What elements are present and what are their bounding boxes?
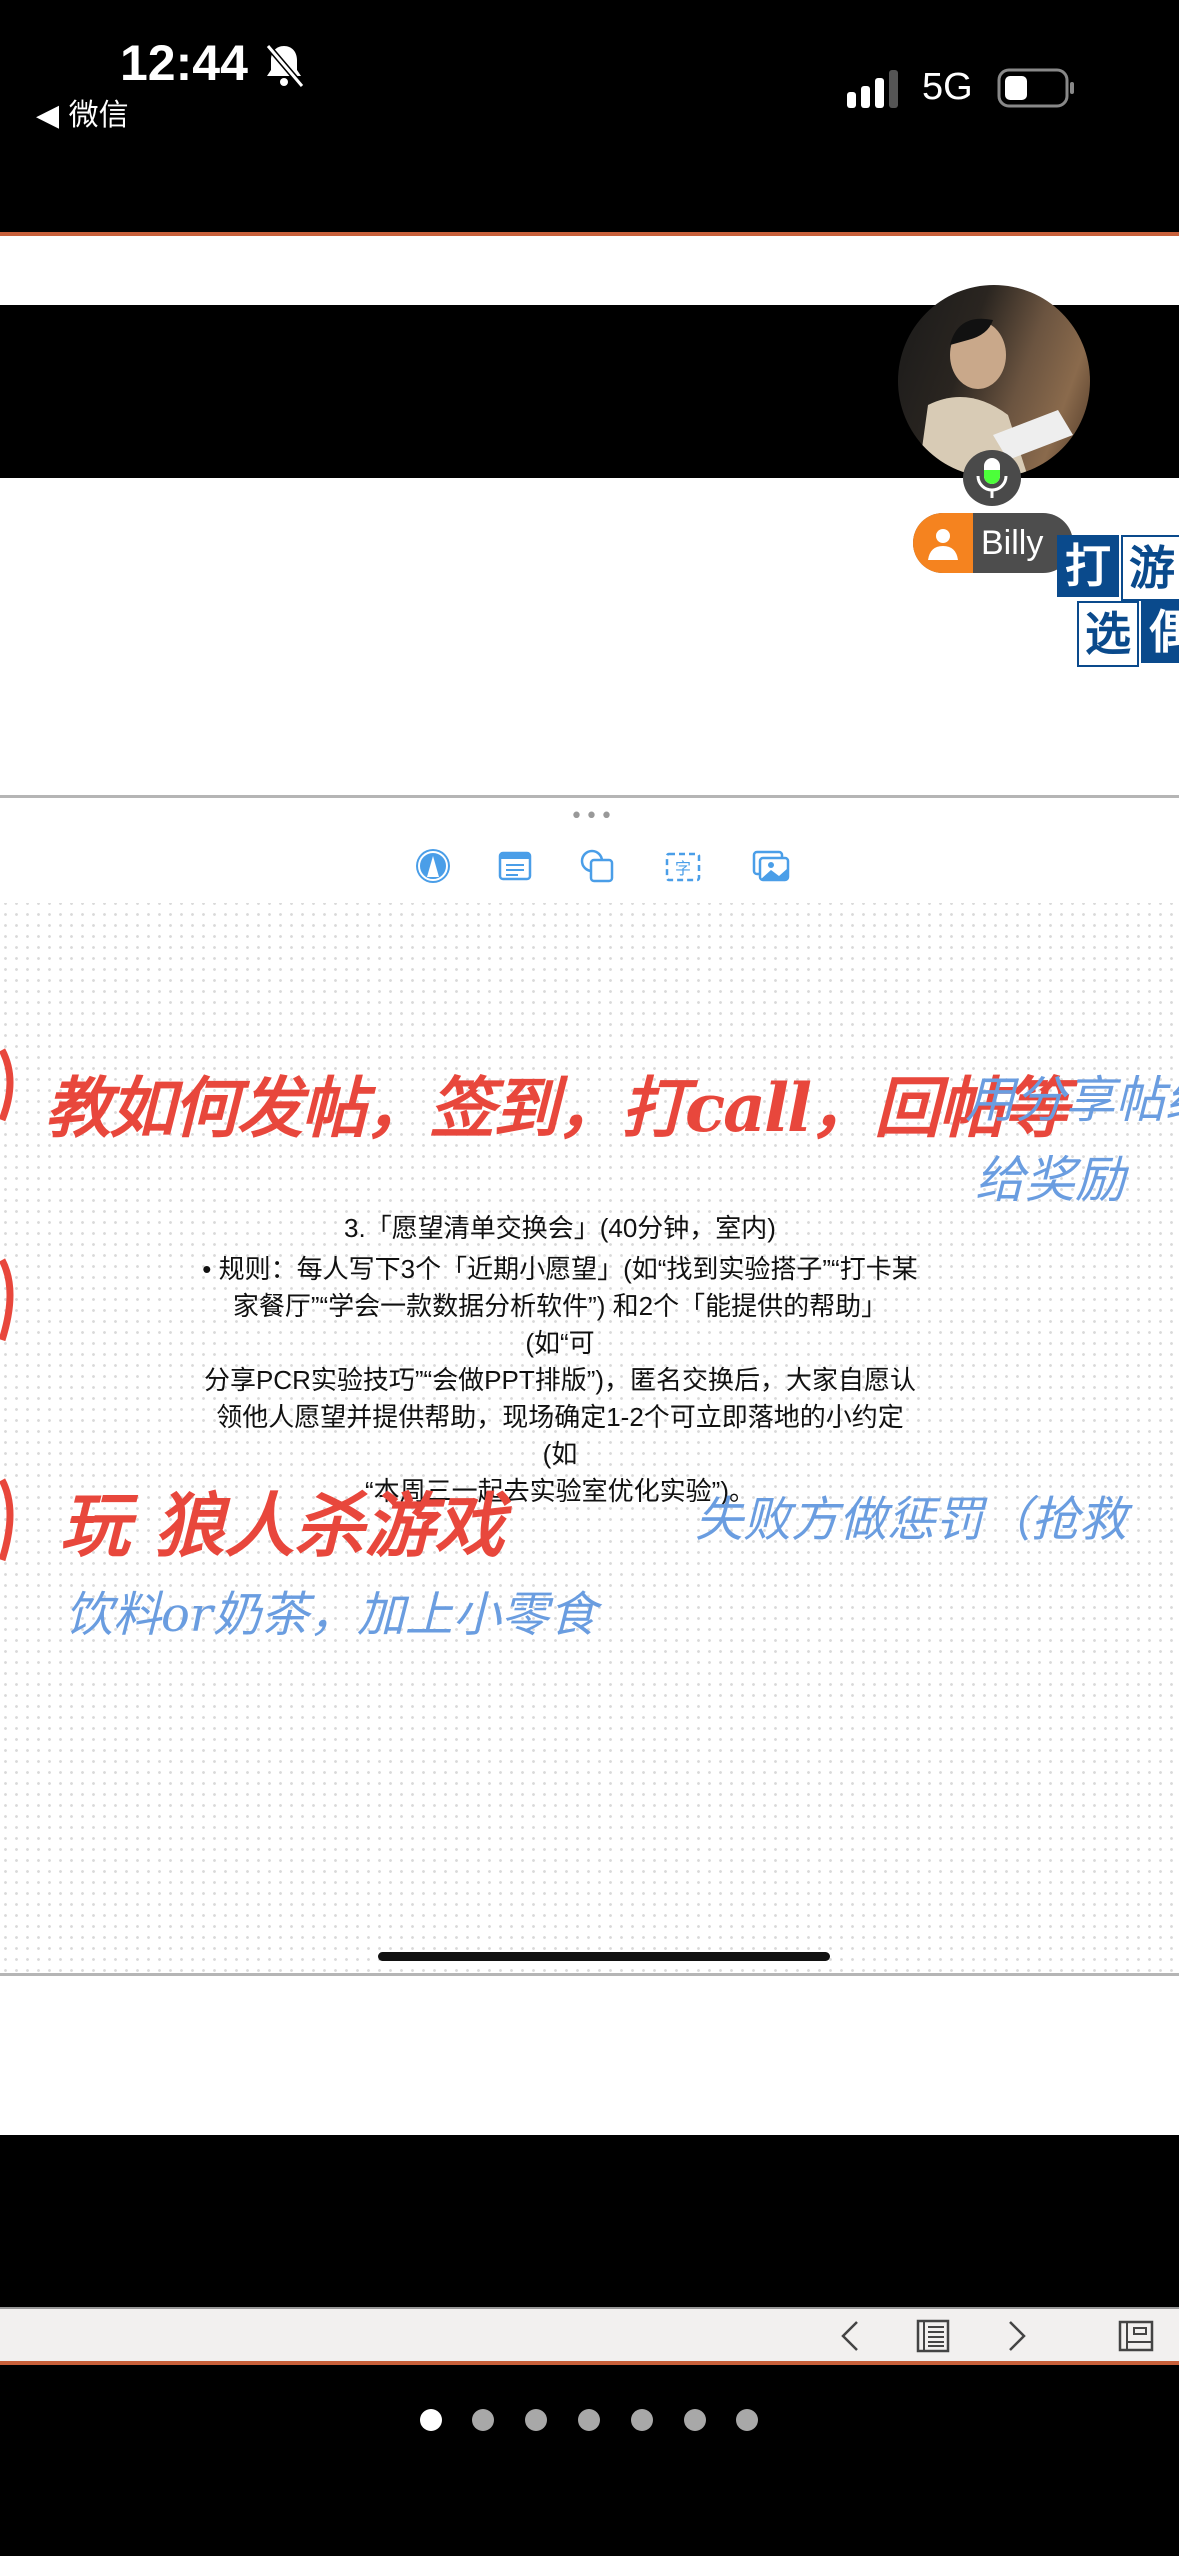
signal-icon [847, 70, 898, 108]
participant-name-badge: Billy [913, 513, 1073, 573]
slide-area-bottom [0, 1976, 1179, 2135]
page-dot[interactable] [525, 2409, 547, 2431]
drag-handle[interactable]: ••• [570, 804, 615, 829]
next-icon[interactable] [998, 2318, 1034, 2354]
status-bar: 12:44 ◀ 微信 5G [0, 0, 1179, 232]
circled-number-marks [0, 1048, 14, 1562]
shapes-icon[interactable] [577, 846, 617, 886]
text-icon[interactable]: 字 [663, 846, 703, 886]
network-type: 5G [922, 66, 973, 108]
svg-text:字: 字 [675, 859, 691, 878]
note-icon[interactable] [495, 846, 535, 886]
clock: 12:44 [120, 35, 248, 91]
page-dot[interactable] [472, 2409, 494, 2431]
divider [0, 2361, 1179, 2365]
handwriting-blue-4: 饮料or奶茶，加上小零食 [65, 1587, 597, 1643]
image-icon[interactable] [751, 846, 791, 886]
handwriting-blue-3: 失败方做惩罚（抢救 [695, 1492, 1128, 1548]
handwriting-blue-1b: 给奖励 [975, 1151, 1125, 1209]
previous-icon[interactable] [833, 2318, 869, 2354]
bell-slash-icon [265, 44, 305, 88]
page-dot-active[interactable] [420, 2409, 442, 2431]
paragraph-line: 分享PCR实验技巧”“会做PPT排版”)，匿名交换后，大家自愿认 [203, 1365, 917, 1395]
shared-logo: 打 游 选 偶 [1057, 535, 1179, 671]
paragraph-line: • 规则：每人写下3个「近期小愿望」(如“找到实验搭子”“打卡某 [202, 1254, 918, 1284]
handwriting-red-3: 玩 狼人杀游戏 [60, 1484, 505, 1567]
handwriting-red-1: 教如何发帖，签到，打call，回帖等 [45, 1069, 1068, 1147]
document-text: 3.「愿望清单交换会」(40分钟，室内) • 规则：每人写下3个「近期小愿望」(… [200, 1210, 920, 1510]
participant-name: Billy [981, 524, 1044, 562]
user-icon [913, 513, 973, 573]
mic-active-icon [963, 450, 1021, 506]
pen-icon[interactable] [413, 846, 453, 886]
paragraph-line: 家餐厅”“学会一款数据分析软件”) 和2个「能提供的帮助」(如“可 [232, 1291, 888, 1358]
battery-icon [997, 68, 1074, 108]
home-indicator [378, 1952, 830, 1961]
participant-video-avatar[interactable] [898, 285, 1090, 477]
page-dot[interactable] [631, 2409, 653, 2431]
page-dot[interactable] [736, 2409, 758, 2431]
layout-icon[interactable] [1118, 2318, 1154, 2354]
slides-list-icon[interactable] [915, 2318, 951, 2354]
handwriting-blue-1a: 用分享帖给 [965, 1071, 1179, 1129]
section-title: 3.「愿望清单交换会」(40分钟，室内) [344, 1213, 776, 1243]
page-dot[interactable] [684, 2409, 706, 2431]
paragraph-line: 领他人愿望并提供帮助，现场确定1-2个可立即落地的小约定 (如 [216, 1402, 904, 1469]
page-dot[interactable] [578, 2409, 600, 2431]
back-to-wechat[interactable]: ◀ 微信 [36, 90, 129, 134]
